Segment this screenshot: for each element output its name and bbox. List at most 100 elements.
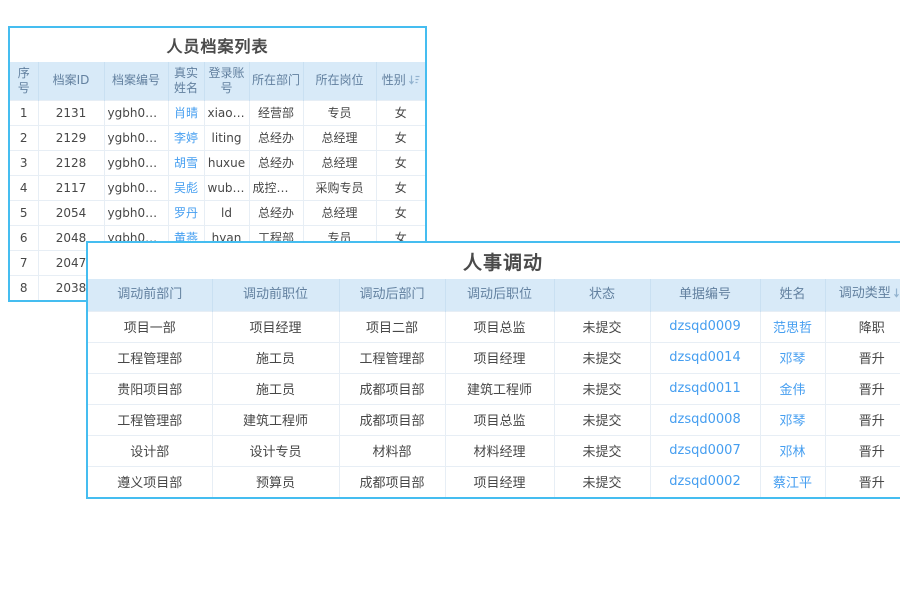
cell-seq: 8	[10, 275, 38, 300]
real-name-link[interactable]: 罗丹	[174, 206, 198, 220]
cell-status: 未提交	[554, 435, 650, 466]
cell-transfer-type: 晋升	[825, 435, 900, 466]
cell-after-dept: 成都项目部	[339, 373, 445, 404]
cell-post: 采购专员	[303, 175, 376, 200]
cell-doc-no: dzsqd0007	[650, 435, 760, 466]
real-name-link[interactable]: 肖晴	[174, 106, 198, 120]
cell-status: 未提交	[554, 466, 650, 497]
cell-after-post: 项目经理	[445, 342, 554, 373]
cell-doc-no: dzsqd0002	[650, 466, 760, 497]
column-header-transfer-type[interactable]: 调动类型	[825, 279, 900, 311]
cell-doc-no: dzsqd0014	[650, 342, 760, 373]
table-row: 项目一部项目经理项目二部项目总监未提交dzsqd0009范思哲降职	[88, 311, 900, 342]
cell-transfer-type: 晋升	[825, 373, 900, 404]
name-link[interactable]: 邓林	[779, 445, 805, 460]
transfer-body: 项目一部项目经理项目二部项目总监未提交dzsqd0009范思哲降职工程管理部施工…	[88, 311, 900, 497]
table-row: 12131ygbh000...肖晴xiaoqing经营部专员女	[10, 100, 425, 125]
column-header-label: 调动后职位	[467, 287, 532, 302]
name-link[interactable]: 范思哲	[773, 321, 812, 336]
cell-after-dept: 材料部	[339, 435, 445, 466]
table-row: 42117ygbh000...吴彪wubiao成控采购部采购专员女	[10, 175, 425, 200]
table-row: 贵阳项目部施工员成都项目部建筑工程师未提交dzsqd0011金伟晋升	[88, 373, 900, 404]
cell-before-dept: 设计部	[88, 435, 212, 466]
cell-login-account: huxue	[204, 150, 249, 175]
name-link[interactable]: 邓琴	[779, 352, 805, 367]
column-header-label: 序号	[18, 66, 30, 95]
sort-icon[interactable]	[894, 287, 900, 303]
cell-gender: 女	[376, 125, 425, 150]
column-header-status: 状态	[554, 279, 650, 311]
cell-transfer-type: 晋升	[825, 466, 900, 497]
real-name-link[interactable]: 吴彪	[174, 181, 198, 195]
cell-after-post: 项目总监	[445, 311, 554, 342]
table-row: 工程管理部施工员工程管理部项目经理未提交dzsqd0014邓琴晋升	[88, 342, 900, 373]
cell-login-account: xiaoqing	[204, 100, 249, 125]
column-header-label: 档案编号	[112, 73, 160, 87]
cell-file-id: 2131	[38, 100, 104, 125]
transfer-card: 人事调动 调动前部门调动前职位调动后部门调动后职位状态单据编号姓名调动类型 项目…	[86, 241, 900, 499]
doc-no-link[interactable]: dzsqd0009	[669, 319, 740, 334]
column-header-login-account: 登录账号	[204, 62, 249, 100]
cell-seq: 6	[10, 225, 38, 250]
cell-department: 总经办	[249, 150, 303, 175]
column-header-real-name: 真实姓名	[168, 62, 204, 100]
cell-before-dept: 贵阳项目部	[88, 373, 212, 404]
cell-file-no: ygbh000...	[104, 125, 168, 150]
doc-no-link[interactable]: dzsqd0008	[669, 412, 740, 427]
personnel-files-title: 人员档案列表	[10, 28, 425, 62]
column-header-seq: 序号	[10, 62, 38, 100]
column-header-file-id: 档案ID	[38, 62, 104, 100]
cell-before-post: 设计专员	[212, 435, 339, 466]
cell-department: 总经办	[249, 125, 303, 150]
cell-transfer-type: 晋升	[825, 342, 900, 373]
cell-gender: 女	[376, 175, 425, 200]
column-header-gender[interactable]: 性别	[376, 62, 425, 100]
column-header-before-post: 调动前职位	[212, 279, 339, 311]
real-name-link[interactable]: 李婷	[174, 131, 198, 145]
column-header-label: 状态	[589, 287, 615, 302]
cell-before-dept: 工程管理部	[88, 342, 212, 373]
cell-after-dept: 工程管理部	[339, 342, 445, 373]
cell-seq: 4	[10, 175, 38, 200]
cell-seq: 5	[10, 200, 38, 225]
cell-file-no: ygbh000...	[104, 175, 168, 200]
table-row: 工程管理部建筑工程师成都项目部项目总监未提交dzsqd0008邓琴晋升	[88, 404, 900, 435]
cell-real-name: 吴彪	[168, 175, 204, 200]
cell-before-post: 施工员	[212, 342, 339, 373]
column-header-after-post: 调动后职位	[445, 279, 554, 311]
cell-login-account: ld	[204, 200, 249, 225]
cell-name: 邓琴	[760, 342, 825, 373]
doc-no-link[interactable]: dzsqd0007	[669, 443, 740, 458]
name-link[interactable]: 蔡江平	[773, 476, 812, 491]
column-header-label: 调动前部门	[117, 287, 182, 302]
cell-post: 总经理	[303, 150, 376, 175]
sort-icon[interactable]	[409, 74, 420, 89]
name-link[interactable]: 邓琴	[779, 414, 805, 429]
cell-doc-no: dzsqd0011	[650, 373, 760, 404]
cell-after-post: 项目经理	[445, 466, 554, 497]
column-header-name: 姓名	[760, 279, 825, 311]
cell-gender: 女	[376, 200, 425, 225]
real-name-link[interactable]: 胡雪	[174, 156, 198, 170]
table-row: 52054ygbh000...罗丹ld总经办总经理女	[10, 200, 425, 225]
cell-name: 范思哲	[760, 311, 825, 342]
cell-name: 邓琴	[760, 404, 825, 435]
column-header-label: 所在部门	[252, 73, 300, 87]
column-header-label: 姓名	[779, 287, 805, 302]
cell-after-dept: 成都项目部	[339, 466, 445, 497]
cell-post: 总经理	[303, 125, 376, 150]
cell-real-name: 罗丹	[168, 200, 204, 225]
doc-no-link[interactable]: dzsqd0011	[669, 381, 740, 396]
cell-file-id: 2117	[38, 175, 104, 200]
table-row: 22129ygbh000...李婷liting总经办总经理女	[10, 125, 425, 150]
doc-no-link[interactable]: dzsqd0002	[669, 474, 740, 489]
column-header-label: 调动前职位	[243, 287, 308, 302]
cell-seq: 2	[10, 125, 38, 150]
cell-seq: 3	[10, 150, 38, 175]
table-row: 遵义项目部预算员成都项目部项目经理未提交dzsqd0002蔡江平晋升	[88, 466, 900, 497]
cell-before-dept: 工程管理部	[88, 404, 212, 435]
doc-no-link[interactable]: dzsqd0014	[669, 350, 740, 365]
personnel-files-header: 序号档案ID档案编号真实姓名登录账号所在部门所在岗位性别	[10, 62, 425, 100]
cell-seq: 1	[10, 100, 38, 125]
name-link[interactable]: 金伟	[779, 383, 805, 398]
